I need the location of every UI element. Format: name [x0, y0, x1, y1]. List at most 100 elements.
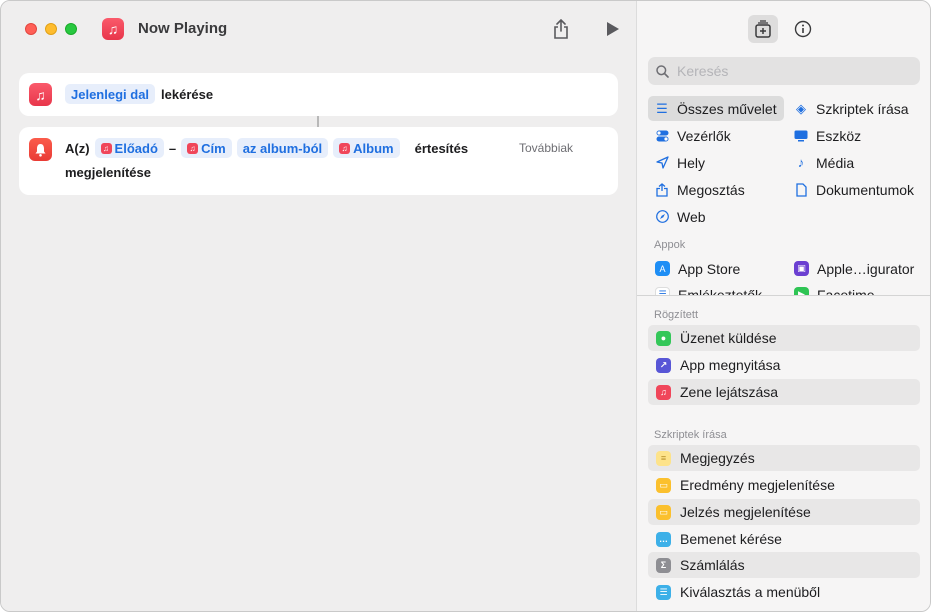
reminders-icon: ☰ [655, 287, 670, 295]
details-button[interactable] [788, 15, 818, 43]
action-label: Megjegyzés [680, 450, 755, 466]
pinned-section-header: Rögzített [654, 309, 699, 321]
category-label: Média [816, 154, 855, 171]
music-note-icon: ♫ [100, 142, 112, 154]
action-text-show: megjelenítése [65, 165, 151, 180]
app-label: App Store [678, 260, 741, 277]
location-arrow-icon [655, 156, 669, 170]
category-scripting[interactable]: ◈ Szkriptek írása [787, 96, 923, 121]
list-icon: ☰ [656, 100, 668, 116]
action-ask-for-input[interactable]: … Bemenet kérése [648, 526, 920, 552]
alert-icon: ▭ [656, 504, 671, 520]
category-label: Dokumentumok [816, 181, 915, 198]
category-media[interactable]: ♪ Média [787, 150, 923, 175]
category-label: Összes művelet [677, 100, 777, 117]
library-categories-pane: ☰ Összes művelet ◈ Szkriptek írása Vezér… [637, 1, 930, 295]
action-text-notify: értesítés [414, 140, 469, 156]
search-icon [656, 64, 669, 78]
action-show-alert[interactable]: ▭ Jelzés megjelenítése [648, 499, 920, 525]
category-documents[interactable]: Dokumentumok [787, 177, 923, 202]
add-action-icon [755, 20, 771, 38]
action-get-current-song[interactable]: ♫ Jelenlegi dal lekérése [19, 73, 618, 116]
notification-action-icon [29, 138, 52, 161]
category-label: Eszköz [816, 127, 862, 144]
app-store-icon: A [655, 261, 670, 276]
category-label: Szkriptek írása [816, 100, 909, 117]
action-library-button[interactable] [748, 15, 778, 43]
share-icon [554, 19, 568, 39]
category-sharing[interactable]: Megosztás [648, 177, 784, 202]
app-item-reminders[interactable]: ☰ Emlékeztetők [648, 282, 784, 295]
app-item-facetime[interactable]: ▶ Facetime [787, 282, 923, 295]
zoom-window-button[interactable] [65, 23, 77, 35]
apps-section-header: Appok [654, 239, 686, 251]
more-button[interactable]: Továbbiak [519, 141, 573, 155]
music-note-icon: ♫ [35, 86, 46, 103]
action-play-music[interactable]: ♫ Zene lejátszása [648, 379, 920, 405]
app-label: Emlékeztetők [678, 286, 763, 296]
variable-title-label: Cím [201, 140, 226, 156]
shortcut-editor: ♫ Now Playing ♫ Jelenlegi dal lekérése A… [1, 1, 636, 611]
action-connector [317, 116, 319, 127]
music-note-icon: ♫ [656, 384, 671, 400]
pane-divider[interactable] [637, 295, 930, 296]
app-item-app-store[interactable]: A App Store [648, 256, 784, 281]
music-note-icon: ♫ [339, 142, 351, 154]
music-note-icon: ♫ [107, 21, 119, 37]
category-device[interactable]: Eszköz [787, 123, 923, 148]
action-label: Zene lejátszása [680, 384, 779, 400]
compass-icon [655, 210, 669, 224]
category-label: Vezérlők [677, 127, 731, 144]
apple-configurator-icon: ▣ [794, 261, 809, 276]
action-show-notification[interactable]: A(z) ♫ Előadó – ♫ Cím az album-ból ♫ Alb… [19, 127, 618, 195]
play-icon [607, 22, 619, 36]
scripting-icon: ◈ [796, 100, 806, 116]
search-input[interactable] [677, 63, 907, 79]
search-field[interactable] [648, 57, 920, 85]
menu-icon: ☰ [656, 584, 671, 600]
action-label: App megnyitása [680, 357, 781, 373]
scripting-section-header: Szkriptek írása [654, 429, 727, 441]
shortcut-title[interactable]: Now Playing [138, 20, 227, 37]
action-count[interactable]: Σ Számlálás [648, 552, 920, 578]
shortcuts-window: ♫ Now Playing ♫ Jelenlegi dal lekérése A… [0, 0, 931, 612]
share-button[interactable] [549, 17, 573, 41]
action-label: Üzenet küldése [680, 330, 777, 346]
run-button[interactable] [601, 17, 625, 41]
variable-current-song[interactable]: Jelenlegi dal [65, 84, 156, 104]
action-text-prefix: A(z) [65, 140, 90, 156]
action-label: Bemenet kérése [680, 531, 782, 547]
action-choose-from-menu[interactable]: ☰ Kiválasztás a menüből [648, 579, 920, 605]
action-library: ☰ Összes művelet ◈ Szkriptek írása Vezér… [636, 1, 930, 611]
close-window-button[interactable] [25, 23, 37, 35]
toggle-icon [655, 129, 669, 143]
share-icon [655, 182, 669, 197]
variable-title[interactable]: ♫ Cím [181, 138, 232, 158]
variable-artist[interactable]: ♫ Előadó [94, 138, 164, 158]
category-location[interactable]: Hely [648, 150, 784, 175]
shortcut-icon[interactable]: ♫ [102, 18, 124, 40]
minimize-window-button[interactable] [45, 23, 57, 35]
facetime-icon: ▶ [794, 287, 809, 295]
arrow-up-right-icon: ↗ [656, 357, 671, 373]
action-open-app[interactable]: ↗ App megnyitása [648, 352, 920, 378]
action-comment[interactable]: ≡ Megjegyzés [648, 445, 920, 471]
result-icon: ▭ [656, 477, 671, 493]
dash-separator: – [168, 140, 177, 156]
text-from-album[interactable]: az album-ból [236, 138, 329, 158]
info-icon [794, 20, 812, 38]
action-show-result[interactable]: ▭ Eredmény megjelenítése [648, 472, 920, 498]
music-note-icon: ♪ [797, 155, 805, 170]
document-icon [794, 182, 808, 197]
category-label: Web [677, 208, 706, 225]
category-web[interactable]: Web [648, 204, 784, 229]
variable-album[interactable]: ♫ Album [333, 138, 400, 158]
category-controls[interactable]: Vezérlők [648, 123, 784, 148]
bell-icon [35, 143, 46, 157]
category-label: Hely [677, 154, 706, 171]
action-send-message[interactable]: ● Üzenet küldése [648, 325, 920, 351]
app-item-apple-configurator[interactable]: ▣ Apple…igurator [787, 256, 923, 281]
action-label: Kiválasztás a menüből [680, 584, 821, 600]
category-all-actions[interactable]: ☰ Összes művelet [648, 96, 784, 121]
app-label: Facetime [817, 286, 875, 296]
